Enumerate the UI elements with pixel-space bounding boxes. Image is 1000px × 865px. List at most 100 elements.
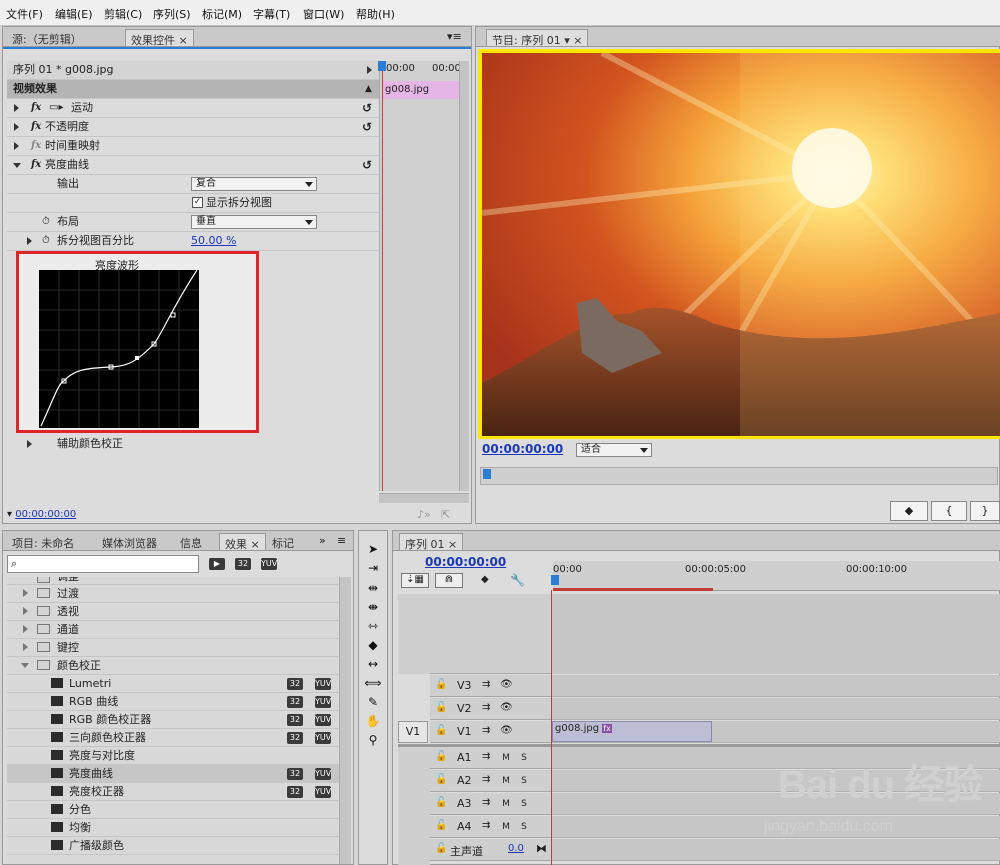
sync-lock-icon[interactable]: ⇉: [482, 702, 490, 713]
wrench-icon[interactable]: 🔧: [510, 573, 525, 587]
sync-lock-icon[interactable]: ⇉: [482, 797, 490, 808]
effect-item[interactable]: RGB 曲线 32 YUV: [7, 693, 339, 711]
effect-item[interactable]: 亮度曲线 32 YUV: [7, 765, 339, 783]
solo-button[interactable]: S: [518, 774, 530, 788]
filter-icon[interactable]: ▾: [7, 509, 12, 520]
track-v3-lane[interactable]: [552, 675, 1000, 697]
effect-item[interactable]: 三向颜色校正器 32 YUV: [7, 729, 339, 747]
tab-sequence[interactable]: 序列 01 ×: [399, 533, 464, 551]
expand-icon[interactable]: [14, 123, 19, 131]
accelerated-filter-icon[interactable]: ▶: [209, 558, 225, 570]
tab-source[interactable]: 源:（无剪辑）: [7, 29, 87, 46]
tab-media-browser[interactable]: 媒体浏览器: [97, 533, 162, 550]
tab-program[interactable]: 节目: 序列 01 ▾ ×: [486, 29, 589, 47]
tree-folder-open[interactable]: 颜色校正: [7, 657, 339, 675]
master-volume-value[interactable]: 0.0: [508, 843, 524, 854]
reset-icon[interactable]: ↺: [362, 99, 372, 117]
effect-item[interactable]: 广播级颜色: [7, 837, 339, 855]
tab-project[interactable]: 项目: 未命名: [7, 533, 79, 550]
effect-item[interactable]: 亮度校正器 32 YUV: [7, 783, 339, 801]
work-area-bar[interactable]: [553, 588, 713, 591]
hand-icon[interactable]: ✋: [364, 713, 382, 729]
menu-marker[interactable]: 标记(M): [202, 6, 242, 22]
menu-edit[interactable]: 编辑(E): [55, 6, 93, 22]
menu-window[interactable]: 窗口(W): [303, 6, 344, 22]
sync-lock-icon[interactable]: ⇉: [482, 820, 490, 831]
sync-lock-icon[interactable]: ⇉: [482, 725, 490, 736]
layout-dropdown[interactable]: 垂直: [191, 215, 317, 229]
fit-dropdown[interactable]: 适合: [576, 443, 652, 457]
track-select-icon[interactable]: ⇥: [364, 560, 382, 576]
solo-button[interactable]: S: [518, 751, 530, 765]
effect-mini-timeline[interactable]: 00:00 00:00 g008.jpg: [378, 61, 461, 491]
lock-icon[interactable]: 🔓: [435, 679, 447, 690]
track-label[interactable]: V3: [457, 679, 472, 692]
effect-row-opacity[interactable]: fx 不透明度 ↺: [7, 118, 379, 137]
luma-curve-graph[interactable]: [39, 270, 201, 430]
sync-lock-icon[interactable]: ⇉: [482, 751, 490, 762]
expand-icon[interactable]: [23, 643, 28, 651]
ec-timecode[interactable]: 00:00:00:00: [15, 509, 76, 520]
sync-lock-icon[interactable]: ⇉: [482, 679, 490, 690]
track-label[interactable]: A2: [457, 774, 472, 787]
close-icon[interactable]: ×: [179, 34, 188, 47]
pen-icon[interactable]: ✎: [364, 694, 382, 710]
secondary-color-row[interactable]: 辅助颜色校正: [7, 435, 379, 454]
play-toggle-icon[interactable]: [367, 66, 372, 74]
expand-icon[interactable]: [14, 104, 19, 112]
lock-icon[interactable]: 🔓: [435, 774, 447, 785]
playhead-handle-icon[interactable]: [378, 61, 386, 71]
effect-row-motion[interactable]: fx ▭▸ 运动 ↺: [7, 99, 379, 118]
lock-icon[interactable]: 🔓: [435, 843, 447, 854]
slide-tool-icon[interactable]: ⟺: [364, 675, 382, 691]
add-marker-button[interactable]: ◆: [890, 501, 928, 521]
tree-folder[interactable]: 通道: [7, 621, 339, 639]
expand-icon[interactable]: [23, 589, 28, 597]
time-ruler[interactable]: 00:00 00:00:05:00 00:00:10:00: [551, 561, 1000, 591]
tab-info[interactable]: 信息: [175, 533, 207, 550]
stopwatch-icon[interactable]: ⏱: [42, 213, 50, 231]
menu-file[interactable]: 文件(F): [6, 6, 43, 22]
vertical-scrollbar[interactable]: [459, 61, 469, 491]
effect-item[interactable]: 均衡: [7, 819, 339, 837]
track-v2-lane[interactable]: [552, 698, 1000, 720]
expand-icon[interactable]: [14, 142, 19, 150]
menu-title[interactable]: 字幕(T): [253, 6, 290, 22]
zoom-icon[interactable]: ⚲: [364, 732, 382, 748]
eye-icon[interactable]: 👁: [500, 702, 513, 713]
track-label[interactable]: A3: [457, 797, 472, 810]
mini-playhead[interactable]: [382, 61, 383, 491]
expand-icon[interactable]: [23, 625, 28, 633]
tree-folder[interactable]: 键控: [7, 639, 339, 657]
vertical-scrollbar[interactable]: [339, 577, 351, 864]
mute-button[interactable]: M: [500, 820, 512, 834]
expand-icon[interactable]: [27, 440, 32, 448]
tree-folder[interactable]: 透视: [7, 603, 339, 621]
razor-icon[interactable]: ◆: [364, 637, 382, 653]
selection-tool-icon[interactable]: ➤: [364, 541, 382, 557]
horizontal-scrollbar[interactable]: [379, 493, 469, 503]
panel-menu-icon[interactable]: ▾≡: [447, 30, 462, 43]
tab-effects[interactable]: 效果 ×: [219, 533, 266, 551]
track-label[interactable]: V2: [457, 702, 472, 715]
close-icon[interactable]: ×: [573, 34, 582, 47]
export-icon[interactable]: ⇱: [441, 508, 450, 521]
eye-icon[interactable]: 👁: [500, 679, 513, 690]
mark-out-button[interactable]: }: [970, 501, 1000, 521]
track-label[interactable]: A4: [457, 820, 472, 833]
track-label[interactable]: V1: [457, 725, 472, 738]
lock-icon[interactable]: 🔓: [435, 820, 447, 831]
effect-row-luma-curve[interactable]: fx 亮度曲线 ↺: [7, 156, 379, 175]
effect-item[interactable]: Lumetri 32 YUV: [7, 675, 339, 693]
close-icon[interactable]: ×: [448, 538, 457, 551]
mute-button[interactable]: M: [500, 797, 512, 811]
sync-lock-icon[interactable]: ⇉: [482, 774, 490, 785]
dropdown-icon[interactable]: ▾: [564, 34, 570, 47]
menu-clip[interactable]: 剪辑(C): [104, 6, 142, 22]
split-percent-value[interactable]: 50.00 %: [191, 232, 236, 250]
lock-icon[interactable]: 🔓: [435, 702, 447, 713]
close-icon[interactable]: ×: [251, 538, 260, 551]
source-patch-v1[interactable]: V1: [398, 721, 428, 743]
rate-stretch-icon[interactable]: ⇿: [364, 618, 382, 634]
lock-icon[interactable]: 🔓: [435, 797, 447, 808]
